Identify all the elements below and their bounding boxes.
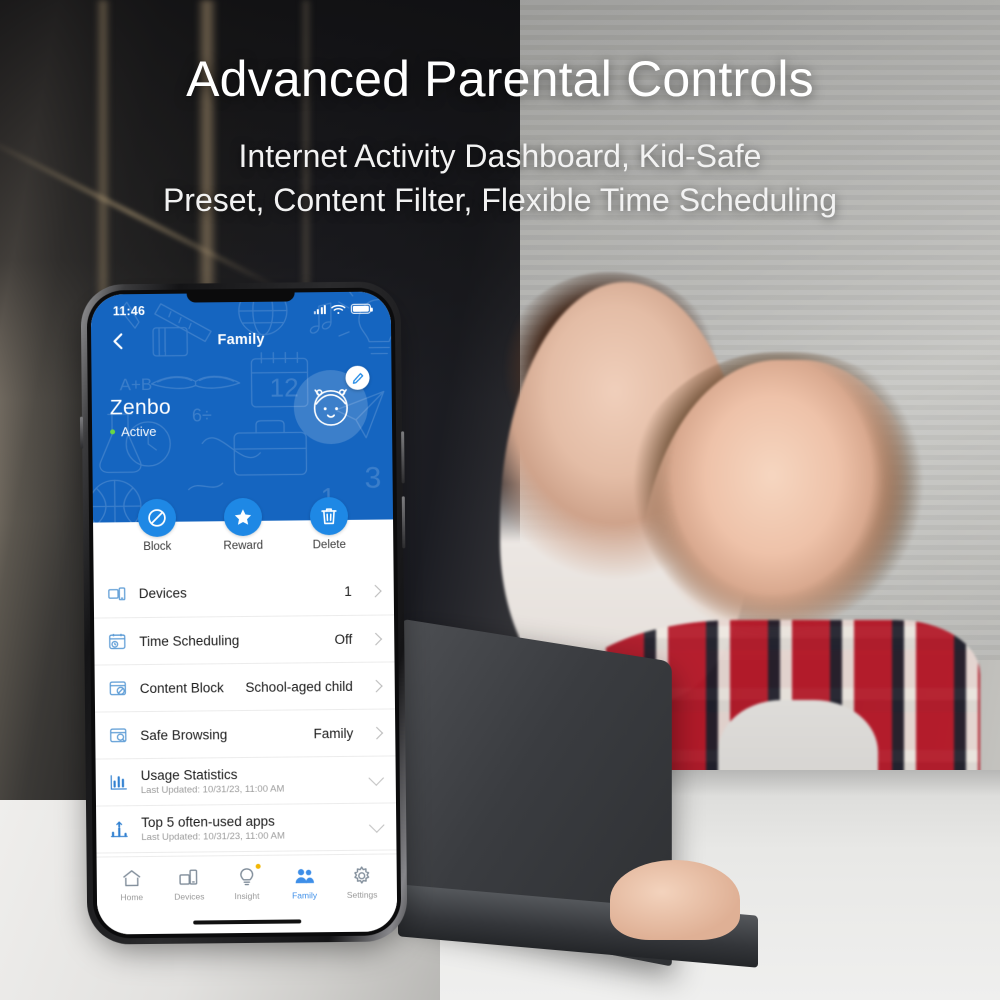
devices-icon	[107, 584, 127, 604]
list-item-top-apps[interactable]: Top 5 often-used apps Last Updated: 10/3…	[96, 802, 397, 853]
status-bar-time: 11:46	[112, 304, 146, 319]
list-item-value: Off	[334, 631, 353, 647]
avatar[interactable]	[293, 365, 370, 445]
phone-body: 12 3 6÷ A+B 11:46 Family Zenbo Active Bl…	[79, 281, 408, 945]
power-button[interactable]	[401, 496, 406, 549]
chevron-right-icon	[369, 632, 383, 645]
notification-badge	[255, 863, 261, 869]
list-item-safe-browsing[interactable]: Safe Browsing Family	[95, 708, 396, 759]
bulb-icon	[240, 868, 254, 886]
volume-up-button[interactable]	[401, 431, 405, 484]
hero-subtitle-line-1: Internet Activity Dashboard, Kid-Safe	[238, 138, 762, 174]
svg-text:3: 3	[364, 462, 381, 495]
app-navigation-bar: Family	[91, 321, 391, 358]
list-item-value: School-aged child	[245, 678, 353, 695]
action-block-label: Block	[143, 540, 172, 554]
list-item-time-scheduling[interactable]: Time Scheduling Off	[94, 614, 395, 665]
home-indicator-bar	[97, 909, 398, 935]
list-item-content-block[interactable]: Content Block School-aged child	[94, 661, 396, 712]
safe-browsing-icon	[108, 725, 128, 745]
tab-label: Insight	[234, 890, 260, 902]
volume-button[interactable]	[79, 416, 84, 449]
edit-avatar-button[interactable]	[345, 365, 370, 390]
star-icon	[223, 497, 263, 537]
quick-actions-row: Block Reward Delete	[93, 496, 394, 571]
block-circle-slash-icon	[137, 498, 177, 538]
hero-subtitle-line-2: Preset, Content Filter, Flexible Time Sc…	[162, 181, 838, 218]
gear-icon	[354, 866, 370, 884]
battery-icon	[350, 303, 371, 314]
devices-icon	[179, 869, 198, 885]
girl-hands	[610, 860, 740, 940]
hero-subtitle: Internet Activity Dashboard, Kid-Safe Pr…	[0, 135, 1000, 222]
list-item-text: Top 5 often-used apps Last Updated: 10/3…	[141, 813, 352, 843]
settings-list: Devices 1 Time Scheduling Off Content Bl…	[93, 567, 397, 857]
pencil-edit-icon	[352, 372, 363, 384]
family-icon	[295, 869, 314, 884]
list-item-value: 1	[344, 583, 352, 599]
tab-family[interactable]: Family	[277, 865, 331, 901]
phone-screen: 12 3 6÷ A+B 11:46 Family Zenbo Active Bl…	[90, 291, 398, 935]
tab-devices[interactable]: Devices	[162, 866, 216, 902]
action-reward[interactable]: Reward	[213, 497, 273, 552]
list-item-label: Time Scheduling	[139, 632, 240, 649]
action-block[interactable]: Block	[127, 498, 187, 553]
list-item-label: Usage Statistics	[140, 767, 238, 784]
tab-label: Devices	[174, 891, 205, 902]
bar-chart-icon	[109, 772, 129, 792]
status-bar-indicators	[313, 303, 371, 315]
list-item-label: Content Block	[139, 679, 224, 696]
bottom-tab-bar: Home Devices Insight Family Settings	[96, 853, 398, 913]
content-block-icon	[108, 678, 128, 698]
list-item-devices[interactable]: Devices 1	[93, 567, 395, 618]
home-indicator[interactable]	[193, 919, 302, 925]
tab-settings[interactable]: Settings	[335, 864, 389, 900]
list-item-sublabel: Last Updated: 10/31/23, 11:00 AM	[140, 783, 285, 797]
app-bar-title: Family	[217, 331, 265, 349]
tab-label: Settings	[346, 889, 378, 900]
action-delete[interactable]: Delete	[299, 496, 359, 551]
app-header: 12 3 6÷ A+B 11:46 Family Zenbo Active	[90, 291, 394, 523]
chevron-right-icon	[368, 584, 382, 598]
cellular-signal-icon	[313, 304, 326, 315]
child-face-avatar-icon	[313, 389, 348, 426]
list-item-label: Devices	[138, 585, 187, 602]
phone-mockup: 12 3 6÷ A+B 11:46 Family Zenbo Active Bl…	[79, 281, 408, 951]
profile-status-label: Active	[121, 423, 157, 440]
tab-label: Home	[120, 892, 144, 903]
list-item-label: Safe Browsing	[140, 726, 228, 743]
list-item-usage-statistics[interactable]: Usage Statistics Last Updated: 10/31/23,…	[95, 755, 396, 806]
action-reward-label: Reward	[223, 539, 264, 553]
home-icon	[122, 870, 141, 887]
top-apps-icon	[109, 819, 129, 839]
list-item-sublabel: Last Updated: 10/31/23, 11:00 AM	[141, 830, 285, 844]
chevron-down-icon[interactable]	[368, 769, 385, 786]
status-dot-icon	[110, 429, 116, 435]
phone-notch	[186, 292, 295, 303]
tab-label: Family	[291, 890, 318, 901]
hero-text-block: Advanced Parental Controls Internet Acti…	[0, 52, 1000, 222]
list-item-value: Family	[313, 725, 354, 741]
list-item-label: Top 5 often-used apps	[141, 813, 275, 831]
list-item-text: Usage Statistics Last Updated: 10/31/23,…	[141, 766, 352, 796]
calendar-clock-icon	[107, 631, 127, 651]
trash-icon	[309, 496, 349, 536]
chevron-down-icon[interactable]	[368, 816, 385, 833]
chevron-right-icon	[370, 726, 384, 739]
page-title: Advanced Parental Controls	[186, 51, 814, 107]
action-delete-label: Delete	[312, 538, 346, 552]
wifi-icon	[331, 304, 346, 314]
chevron-right-icon	[369, 679, 383, 692]
tab-home[interactable]: Home	[104, 867, 158, 903]
tab-insight[interactable]: Insight	[220, 863, 274, 902]
phone-bezel: 12 3 6÷ A+B 11:46 Family Zenbo Active Bl…	[86, 287, 402, 939]
